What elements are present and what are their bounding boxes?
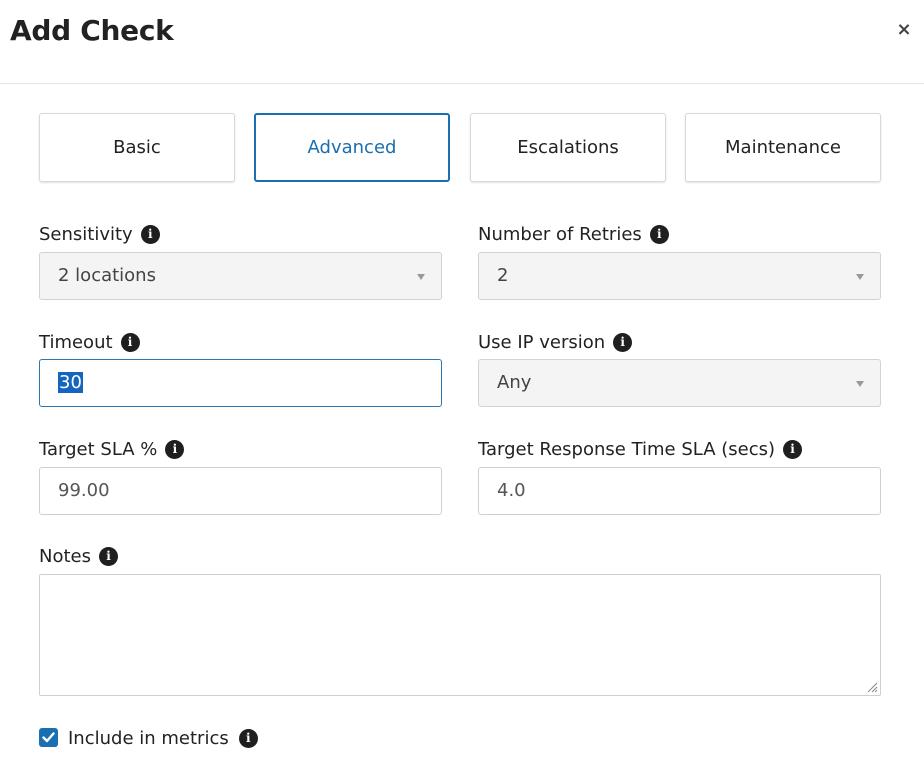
timeout-label-text: Timeout	[39, 331, 113, 353]
chevron-down-icon	[856, 274, 864, 280]
info-icon[interactable]: i	[140, 224, 160, 244]
retries-select[interactable]: 2	[478, 252, 881, 300]
ip-version-label-text: Use IP version	[478, 331, 606, 353]
sensitivity-label-text: Sensitivity	[39, 223, 133, 245]
info-icon[interactable]: i	[120, 332, 140, 352]
retries-value: 2	[497, 265, 509, 286]
retries-label: Number of Retries i	[478, 222, 669, 246]
target-response-sla-label-text: Target Response Time SLA (secs)	[478, 438, 776, 460]
check-icon	[42, 732, 55, 743]
retries-label-text: Number of Retries	[478, 223, 642, 245]
sensitivity-select[interactable]: 2 locations	[39, 252, 442, 300]
close-icon[interactable]: ×	[893, 18, 915, 42]
include-metrics-checkbox[interactable]	[39, 728, 58, 747]
target-response-sla-value: 4.0	[497, 480, 526, 501]
info-icon[interactable]: i	[783, 439, 803, 459]
include-metrics-label-text[interactable]: Include in metrics	[68, 728, 229, 749]
target-response-sla-label: Target Response Time SLA (secs) i	[478, 437, 803, 461]
notes-textarea[interactable]	[39, 574, 881, 696]
sensitivity-label: Sensitivity i	[39, 222, 160, 246]
include-metrics-label: Include in metrics i	[68, 726, 258, 750]
chevron-down-icon	[417, 274, 425, 280]
target-sla-input[interactable]: 99.00	[39, 467, 442, 515]
tab-basic[interactable]: Basic	[39, 113, 235, 182]
dialog-header: Add Check ×	[0, 0, 924, 84]
timeout-value: 30	[58, 372, 83, 393]
ip-version-label: Use IP version i	[478, 330, 633, 354]
ip-version-select[interactable]: Any	[478, 359, 881, 407]
info-icon[interactable]: i	[99, 546, 118, 566]
notes-label: Notes i	[39, 544, 118, 568]
timeout-input[interactable]: 30	[39, 359, 442, 407]
tab-advanced[interactable]: Advanced	[254, 113, 450, 182]
ip-version-value: Any	[497, 372, 532, 393]
resize-grip-icon[interactable]	[866, 681, 878, 693]
dialog-title: Add Check	[10, 14, 174, 47]
target-response-sla-input[interactable]: 4.0	[478, 467, 881, 515]
sensitivity-value: 2 locations	[58, 265, 156, 286]
info-icon[interactable]: i	[165, 439, 185, 459]
info-icon[interactable]: i	[238, 728, 258, 748]
tab-maintenance[interactable]: Maintenance	[685, 113, 881, 182]
notes-label-text: Notes	[39, 545, 91, 567]
target-sla-value: 99.00	[58, 480, 110, 501]
target-sla-label-text: Target SLA %	[39, 438, 158, 460]
tab-escalations[interactable]: Escalations	[470, 113, 666, 182]
target-sla-label: Target SLA % i	[39, 437, 185, 461]
chevron-down-icon	[856, 381, 864, 387]
info-icon[interactable]: i	[613, 332, 633, 352]
timeout-label: Timeout i	[39, 330, 140, 354]
info-icon[interactable]: i	[649, 224, 669, 244]
